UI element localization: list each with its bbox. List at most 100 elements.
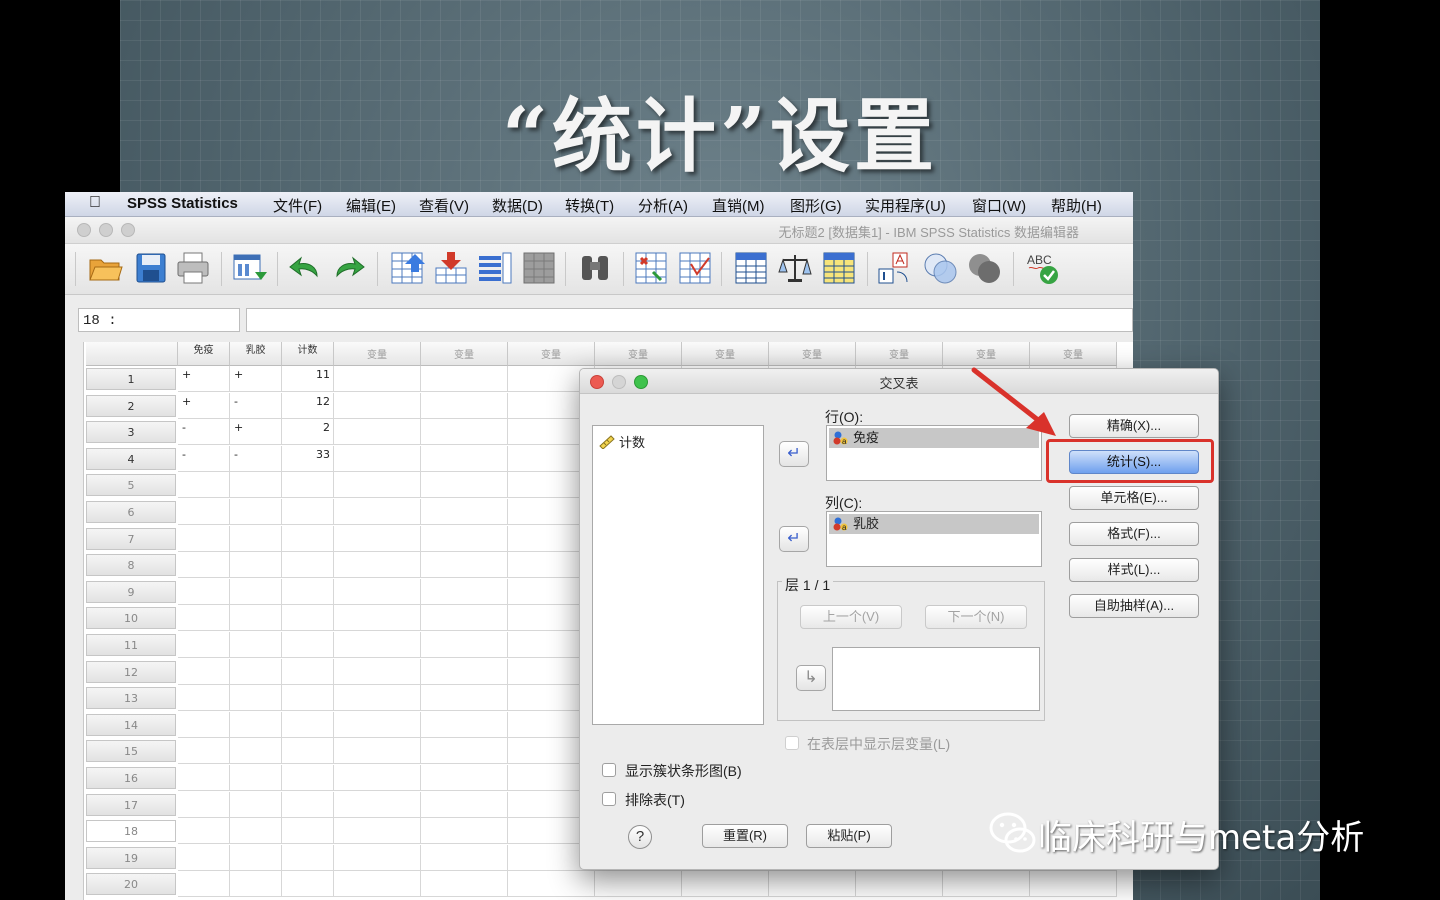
grid-cell[interactable]: 12 (282, 392, 334, 419)
grid-cell[interactable] (421, 791, 508, 818)
goto-variable-icon[interactable] (433, 250, 469, 286)
grid-cell[interactable] (282, 552, 334, 579)
grid-cell[interactable] (421, 685, 508, 712)
grid-cell[interactable] (421, 844, 508, 871)
list-item[interactable]: 计数 (599, 432, 645, 451)
spell-check-icon[interactable]: ABC (1025, 250, 1061, 286)
grid-cell[interactable] (334, 871, 421, 898)
grid-cell[interactable] (334, 552, 421, 579)
grid-cell[interactable] (282, 499, 334, 525)
show-layer-variables-checkbox[interactable] (785, 736, 799, 750)
column-header[interactable]: 免疫 (178, 342, 230, 366)
grid-cell[interactable] (230, 818, 282, 845)
menu-utilities[interactable]: 实用程序(U) (865, 195, 946, 216)
grid-cell[interactable] (334, 578, 421, 605)
row-number[interactable]: 19 (86, 846, 176, 869)
use-sets-icon[interactable] (923, 250, 959, 286)
menu-help[interactable]: 帮助(H) (1051, 195, 1102, 216)
suppress-tables-checkbox[interactable] (602, 792, 616, 806)
format-button[interactable]: 格式(F)... (1069, 522, 1199, 546)
grid-cell[interactable] (421, 499, 508, 525)
insert-cases-icon[interactable] (633, 250, 669, 286)
grid-cell[interactable] (178, 711, 230, 738)
grid-cell[interactable] (230, 499, 282, 525)
grid-cell[interactable] (421, 632, 508, 658)
menu-view[interactable]: 查看(V) (419, 195, 469, 216)
column-header[interactable]: 计数 (282, 342, 334, 366)
grid-cell[interactable] (334, 632, 421, 658)
grid-cell[interactable]: + (178, 392, 230, 419)
grid-cell[interactable] (943, 871, 1030, 898)
row-number[interactable]: 16 (86, 767, 176, 789)
move-to-columns-button[interactable]: ↵ (779, 526, 809, 552)
help-button[interactable]: ? (628, 825, 652, 849)
value-labels-icon[interactable] (877, 250, 913, 286)
grid-cell[interactable]: - (178, 445, 230, 472)
row-number[interactable]: 2 (86, 394, 176, 417)
empty-column-header[interactable]: 变量 (595, 342, 682, 366)
grid-cell[interactable] (230, 685, 282, 712)
grid-cell[interactable] (282, 791, 334, 818)
grid-cell[interactable] (421, 658, 508, 685)
columns-target-list[interactable]: a 乳胶 (826, 511, 1042, 567)
grid-cell[interactable] (334, 658, 421, 685)
close-window-icon[interactable] (77, 223, 91, 237)
grid-cell[interactable] (230, 844, 282, 871)
previous-layer-button[interactable]: 上一个(V) (800, 605, 902, 629)
grid-cell[interactable] (421, 605, 508, 632)
grid-cell[interactable]: + (230, 419, 282, 446)
zoom-window-icon[interactable] (121, 223, 135, 237)
list-item[interactable]: a 乳胶 (829, 514, 1039, 534)
source-variable-list[interactable]: 计数 (592, 425, 764, 725)
grid-cell[interactable] (334, 605, 421, 632)
grid-cell[interactable] (178, 818, 230, 845)
goto-case-icon[interactable] (389, 250, 425, 286)
split-file-icon[interactable] (733, 250, 769, 286)
variables-icon[interactable] (477, 250, 513, 286)
grid-cell[interactable]: + (230, 366, 282, 392)
move-to-rows-button[interactable]: ↵ (779, 441, 809, 467)
grid-cell[interactable] (421, 871, 508, 898)
menu-file[interactable]: 文件(F) (273, 195, 322, 216)
row-number[interactable]: 1 (86, 368, 176, 390)
bootstrap-button[interactable]: 自助抽样(A)... (1069, 594, 1199, 618)
select-cases-icon[interactable] (821, 250, 857, 286)
minimize-window-icon[interactable] (99, 223, 113, 237)
grid-cell[interactable] (508, 871, 595, 898)
grid-cell[interactable] (178, 658, 230, 685)
grid-cell[interactable]: - (230, 392, 282, 419)
grid-cell[interactable] (230, 632, 282, 658)
grid-cell[interactable] (178, 685, 230, 712)
grid-cell[interactable] (334, 791, 421, 818)
row-number[interactable]: 18 (86, 820, 176, 843)
grid-cell[interactable] (178, 552, 230, 579)
grid-cell[interactable] (682, 871, 769, 898)
paste-button[interactable]: 粘贴(P) (806, 824, 892, 848)
grid-cell[interactable] (334, 525, 421, 552)
layer-target-list[interactable] (832, 647, 1040, 711)
row-number[interactable]: 11 (86, 634, 176, 656)
grid-cell[interactable] (1030, 871, 1117, 898)
grid-cell[interactable] (282, 632, 334, 658)
menu-window[interactable]: 窗口(W) (972, 195, 1026, 216)
grid-cell[interactable]: 11 (282, 366, 334, 392)
grid-cell[interactable]: 2 (282, 419, 334, 446)
row-number[interactable]: 17 (86, 793, 176, 816)
grid-cell[interactable] (421, 578, 508, 605)
grid-cell[interactable] (421, 552, 508, 579)
row-number[interactable]: 9 (86, 580, 176, 603)
grid-cell[interactable] (769, 871, 856, 898)
dialog-recall-icon[interactable] (231, 250, 267, 286)
grid-cell[interactable] (178, 632, 230, 658)
print-icon[interactable] (175, 250, 211, 286)
row-number[interactable]: 7 (86, 527, 176, 550)
empty-column-header[interactable]: 变量 (508, 342, 595, 366)
undo-icon[interactable] (287, 250, 323, 286)
empty-column-header[interactable]: 变量 (682, 342, 769, 366)
app-name-menu[interactable]: SPSS Statistics (127, 195, 238, 212)
grid-cell[interactable] (282, 525, 334, 552)
grid-cell[interactable] (421, 818, 508, 845)
grid-cell[interactable] (421, 525, 508, 552)
grid-cell[interactable] (230, 605, 282, 632)
grid-cell[interactable] (421, 445, 508, 472)
